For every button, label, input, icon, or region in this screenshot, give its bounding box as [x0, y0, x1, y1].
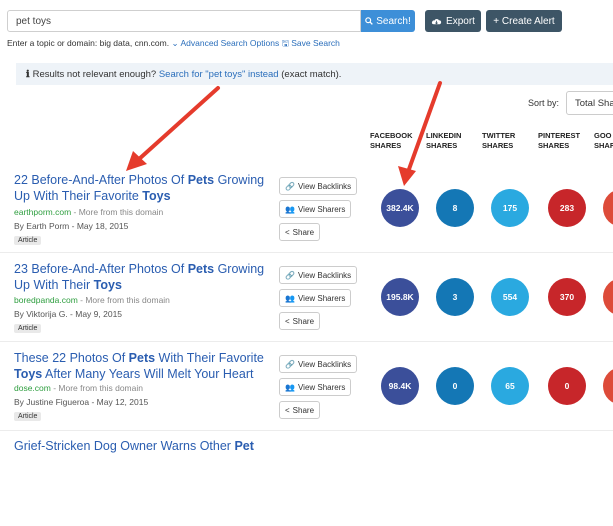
annotation-arrow-shares	[398, 81, 442, 186]
annotation-arrow-title	[126, 86, 220, 171]
annotation-arrows	[126, 81, 442, 186]
result-row: Grief-Stricken Dog Owner Warns Other Pet	[0, 438, 613, 526]
